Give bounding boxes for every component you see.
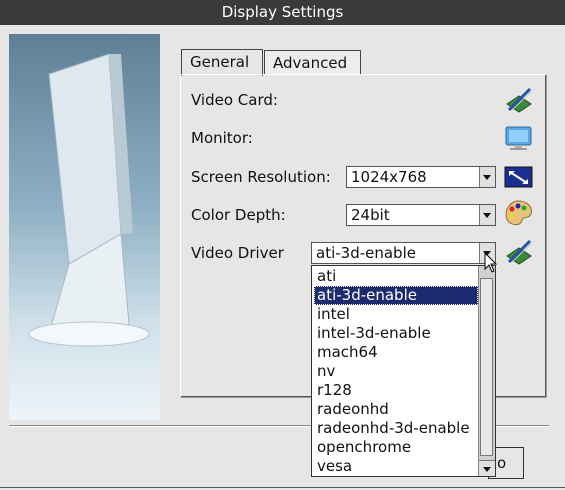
- video-driver-combobox[interactable]: ati-3d-enable: [311, 242, 496, 264]
- dialog-button-label: o: [497, 454, 507, 472]
- screen-resolution-value: 1024x768: [351, 168, 427, 186]
- video-driver-dropdown-list[interactable]: ati ati-3d-enable intel intel-3d-enable …: [311, 265, 496, 477]
- driver-option[interactable]: openchrome: [314, 438, 478, 457]
- driver-option[interactable]: ati: [314, 267, 478, 286]
- video-driver-value: ati-3d-enable: [316, 244, 416, 262]
- resolution-icon[interactable]: [503, 163, 533, 191]
- driver-option[interactable]: mach64: [314, 343, 478, 362]
- scroll-down-arrow-icon[interactable]: [479, 460, 495, 476]
- color-depth-label: Color Depth:: [191, 206, 286, 224]
- tab-advanced[interactable]: Advanced: [264, 50, 361, 74]
- driver-config-icon[interactable]: [503, 238, 533, 266]
- driver-option[interactable]: r128: [314, 381, 478, 400]
- tab-general-label: General: [190, 53, 250, 71]
- color-palette-icon[interactable]: [503, 199, 533, 227]
- color-depth-value: 24bit: [351, 206, 390, 224]
- scrollbar-thumb[interactable]: [480, 278, 493, 456]
- driver-option[interactable]: radeonhd-3d-enable: [314, 419, 478, 438]
- monitor-illustration: [9, 34, 160, 420]
- mouse-cursor-icon: [484, 251, 498, 274]
- driver-option-selected[interactable]: ati-3d-enable: [314, 286, 478, 305]
- color-depth-combobox[interactable]: 24bit: [346, 204, 496, 226]
- video-driver-label: Video Driver: [191, 244, 284, 262]
- window-title: Display Settings: [221, 3, 344, 21]
- video-card-label: Video Card:: [191, 91, 278, 109]
- monitor-icon[interactable]: [503, 124, 533, 152]
- screen-resolution-combobox[interactable]: 1024x768: [346, 166, 496, 188]
- driver-option[interactable]: intel-3d-enable: [314, 324, 478, 343]
- bottom-border: [0, 487, 565, 488]
- driver-option[interactable]: radeonhd: [314, 400, 478, 419]
- window-title-bar: Display Settings: [0, 0, 565, 25]
- video-card-config-icon[interactable]: [503, 86, 533, 114]
- driver-option[interactable]: intel: [314, 305, 478, 324]
- tab-advanced-label: Advanced: [273, 54, 348, 72]
- tab-general[interactable]: General: [181, 49, 263, 76]
- monitor-label: Monitor:: [191, 129, 253, 147]
- driver-option[interactable]: nv: [314, 362, 478, 381]
- color-depth-dropdown-button[interactable]: [479, 205, 495, 225]
- screen-resolution-dropdown-button[interactable]: [479, 167, 495, 187]
- dropdown-scrollbar[interactable]: [478, 266, 495, 476]
- driver-option[interactable]: vesa: [314, 457, 478, 476]
- screen-resolution-label: Screen Resolution:: [191, 168, 331, 186]
